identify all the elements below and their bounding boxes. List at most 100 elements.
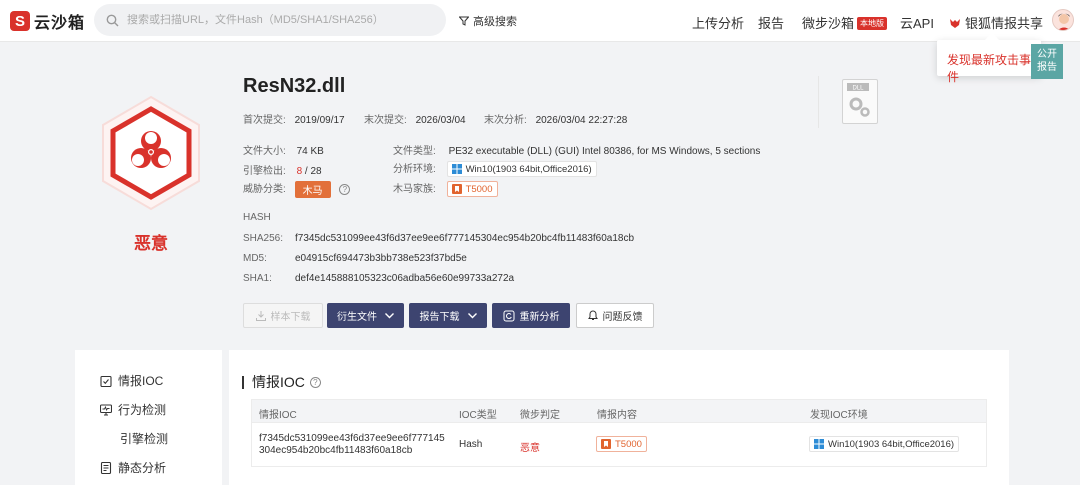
help-icon[interactable]: ?	[339, 183, 351, 195]
col-content: 情报内容	[597, 410, 637, 421]
last-analysis-value: 2026/03/04 22:27:28	[535, 115, 628, 126]
verdict-label: 恶意	[134, 234, 168, 253]
ioc-table-header: 情报IOC IOC类型 微步判定 情报内容 发现IOC环境	[251, 399, 987, 423]
download-sample-label: 样本下载	[270, 312, 311, 323]
ioc-content-cell: T5000	[596, 436, 647, 452]
file-size-label: 文件大小:	[243, 146, 286, 157]
sha256-value[interactable]: f7345dc531099ee43f6d37ee9ee6f777145304ec…	[295, 233, 634, 244]
file-name: ResN32.dll	[243, 75, 346, 97]
family-value: T5000	[465, 183, 493, 195]
refresh-icon	[503, 310, 514, 321]
report-download-button[interactable]: 报告下载	[409, 303, 487, 328]
advanced-search-button[interactable]: 高级搜索	[459, 13, 517, 29]
public-report-tab[interactable]: 公开 报告	[1031, 44, 1063, 79]
sidebar-item-label: 静态分析	[118, 461, 167, 475]
sidebar-item-static[interactable]: 静态分析	[100, 459, 166, 476]
help-icon[interactable]: ?	[309, 376, 321, 388]
logo[interactable]: S 云沙箱	[10, 9, 85, 33]
first-submit-label: 首次提交:	[243, 115, 286, 126]
download-sample-button[interactable]: 样本下载	[243, 303, 323, 328]
chevron-down-icon	[467, 312, 477, 318]
file-size: 文件大小: 74 KB	[243, 142, 324, 157]
nav-cloud-api[interactable]: 云API	[900, 13, 934, 32]
ioc-hash-line2: 304ec954b20bc4fb11483f60a18cb	[259, 445, 413, 456]
bell-icon	[587, 310, 598, 320]
md5-row: MD5: e04915cf694473b3bb738e523f37bd5e	[243, 253, 467, 264]
clipboard-icon	[100, 375, 112, 387]
dll-file-icon: DLL	[842, 79, 878, 124]
search-input[interactable]	[127, 14, 427, 26]
dll-file-graphic: DLL	[847, 83, 870, 117]
sidebar-item-behavior[interactable]: 行为检测	[100, 401, 166, 418]
monitor-icon	[100, 403, 112, 416]
ioc-env-value: Win10(1903 64bit,Office2016)	[828, 438, 955, 450]
sha1-value[interactable]: def4e145888105323c06adba56e60e99733a272a	[295, 273, 514, 284]
ioc-hash-cell[interactable]: f7345dc531099ee43f6d37ee9ee6f777145 304e…	[259, 433, 445, 457]
ioc-family-value: T5000	[615, 438, 642, 450]
sidebar-item-engine[interactable]: 引擎检测	[120, 430, 168, 447]
sidebar-item-ioc[interactable]: 情报IOC	[100, 372, 163, 389]
col-verdict: 微步判定	[520, 410, 560, 421]
logo-mark: S	[10, 11, 30, 31]
trojan-family: 木马家族: T5000	[393, 180, 498, 198]
threat-label: 威胁分类:	[243, 184, 286, 195]
first-submit: 首次提交: 2019/09/17	[243, 111, 345, 126]
nav-micro-sandbox-label: 微步沙箱	[802, 16, 855, 31]
fox-icon	[950, 18, 960, 28]
nav-report[interactable]: 报告	[758, 13, 784, 32]
report-download-label: 报告下载	[419, 312, 460, 323]
last-submit-value: 2026/03/04	[415, 115, 466, 126]
last-analysis-label: 末次分析:	[484, 115, 527, 126]
ioc-title: 情报IOC	[252, 374, 305, 390]
derived-files-button[interactable]: 衍生文件	[327, 303, 404, 328]
feedback-button[interactable]: 问题反馈	[576, 303, 654, 328]
avatar-icon	[1058, 13, 1070, 30]
download-icon	[255, 310, 266, 321]
ioc-hash-line1: f7345dc531099ee43f6d37ee9ee6f777145	[259, 433, 445, 444]
analysis-env: 分析环境: Win10(1903 64bit,Office2016)	[393, 160, 597, 178]
engine-detection: 引擎检出: 8 / 28	[243, 162, 322, 177]
last-submit: 末次提交: 2026/03/04	[364, 111, 466, 126]
side-tab-line1: 公开	[1037, 49, 1057, 60]
ioc-family-chip[interactable]: T5000	[596, 436, 647, 452]
windows-icon	[814, 439, 824, 449]
reanalyze-button[interactable]: 重新分析	[492, 303, 570, 328]
sidebar-item-label: 情报IOC	[118, 374, 164, 388]
sha256-row: SHA256: f7345dc531099ee43f6d37ee9ee6f777…	[243, 233, 634, 244]
env-chip: Win10(1903 64bit,Office2016)	[446, 161, 597, 178]
file-type-label: 文件类型:	[393, 146, 436, 157]
ioc-panel: 情报IOC ? 情报IOC IOC类型 微步判定 情报内容 发现IOC环境 f7…	[229, 350, 1009, 485]
sidebar: 情报IOC 行为检测 引擎检测 静态分析	[75, 350, 222, 485]
feedback-label: 问题反馈	[602, 312, 643, 323]
file-size-value: 74 KB	[296, 146, 324, 157]
local-version-badge: 本地版	[857, 17, 888, 30]
side-tab-line2: 报告	[1037, 62, 1057, 73]
advanced-search-label: 高级搜索	[473, 16, 517, 28]
family-label: 木马家族:	[393, 184, 436, 195]
avatar[interactable]	[1052, 9, 1074, 31]
threat-category: 威胁分类: 木马 ?	[243, 180, 351, 198]
col-env: 发现IOC环境	[810, 410, 868, 421]
ioc-verdict-cell: 恶意	[520, 443, 540, 454]
file-type-value: PE32 executable (DLL) (GUI) Intel 80386,…	[448, 146, 761, 157]
trojan-tag[interactable]: 木马	[294, 180, 331, 198]
md5-label: MD5:	[243, 253, 267, 264]
sha1-row: SHA1: def4e145888105323c06adba56e60e9973…	[243, 273, 514, 284]
dll-icon-label: DLL	[852, 86, 864, 92]
nav-micro-sandbox[interactable]: 微步沙箱 本地版	[802, 13, 888, 32]
threat-badge	[96, 93, 206, 213]
md5-value[interactable]: e04915cf694473b3bb738e523f37bd5e	[295, 253, 467, 264]
attack-event-tooltip[interactable]: 发现最新攻击事件	[937, 40, 1041, 84]
ioc-env-cell: Win10(1903 64bit,Office2016)	[809, 436, 960, 452]
family-chip[interactable]: T5000	[446, 181, 498, 198]
nav-share[interactable]: 银狐情报共享	[949, 13, 1043, 32]
search-icon	[106, 14, 119, 26]
search-box[interactable]	[94, 4, 446, 36]
env-value: Win10(1903 64bit,Office2016)	[465, 163, 592, 175]
sha256-label: SHA256:	[243, 233, 284, 244]
nav-share-label: 银狐情报共享	[965, 16, 1044, 31]
hash-heading: HASH	[243, 212, 271, 223]
ioc-type-cell: Hash	[459, 439, 483, 450]
logo-text: 云沙箱	[34, 15, 86, 32]
nav-upload[interactable]: 上传分析	[692, 13, 744, 32]
